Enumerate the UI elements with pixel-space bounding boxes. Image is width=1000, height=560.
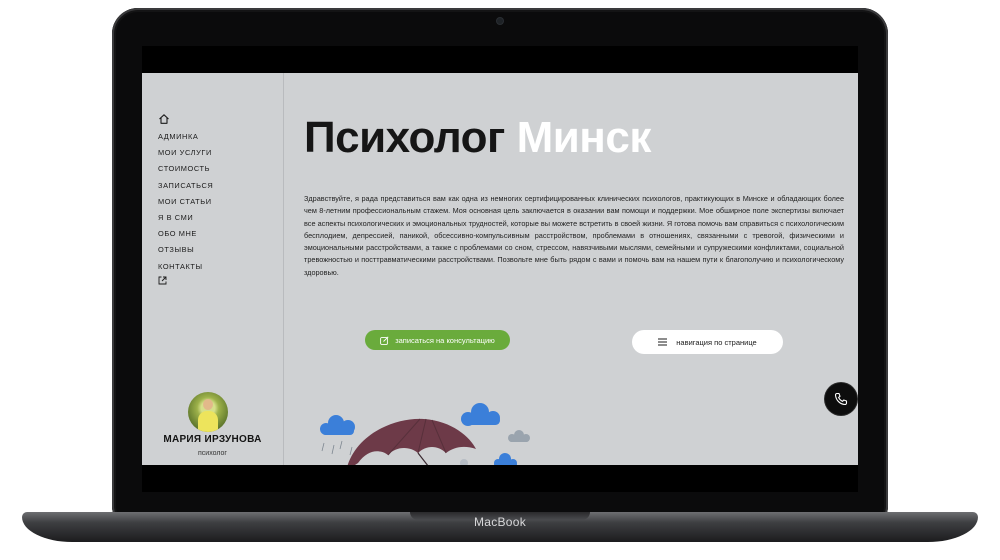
edit-icon xyxy=(380,335,389,345)
menu-icon xyxy=(658,338,668,346)
profile-role: психолог xyxy=(198,450,227,457)
umbrella-canopy xyxy=(347,418,476,465)
sidebar-item-admin[interactable]: АДМИНКА xyxy=(158,129,213,145)
avatar xyxy=(188,392,228,432)
page-navigation-label: навигация по странице xyxy=(676,337,757,347)
title-main: Психолог xyxy=(304,113,505,162)
phone-icon xyxy=(834,392,848,406)
cloud-left xyxy=(320,415,355,435)
cloud-right xyxy=(461,403,500,426)
cloud-small-gray xyxy=(508,430,530,442)
profile-name: МАРИЯ ИРЗУНОВА xyxy=(163,434,262,445)
sidebar-item-reviews[interactable]: ОТЗЫВЫ xyxy=(158,242,213,258)
book-consultation-button[interactable]: записаться на консультацию xyxy=(365,330,510,350)
page-title: Психолог Минск xyxy=(304,113,651,163)
laptop-brand-label: MacBook xyxy=(473,515,527,529)
webcam xyxy=(497,18,503,24)
sidebar-item-book[interactable]: ЗАПИСАТЬСЯ xyxy=(158,178,213,194)
sidebar-item-about[interactable]: ОБО МНЕ xyxy=(158,226,213,242)
sidebar-nav: АДМИНКА МОИ УСЛУГИ СТОИМОСТЬ ЗАПИСАТЬСЯ … xyxy=(158,129,213,275)
sidebar-item-services[interactable]: МОИ УСЛУГИ xyxy=(158,145,213,161)
rain xyxy=(321,440,353,456)
main-content: Психолог Минск Здравствуйте, я рада пред… xyxy=(284,73,858,465)
external-link-icon[interactable] xyxy=(158,276,167,285)
laptop-screen: АДМИНКА МОИ УСЛУГИ СТОИМОСТЬ ЗАПИСАТЬСЯ … xyxy=(142,46,858,492)
title-city: Минск xyxy=(516,113,652,162)
book-consultation-label: записаться на консультацию xyxy=(395,335,495,345)
page-navigation-button[interactable]: навигация по странице xyxy=(632,330,783,354)
home-icon[interactable] xyxy=(158,113,170,125)
sidebar-item-contacts[interactable]: КОНТАКТЫ xyxy=(158,259,213,275)
website: АДМИНКА МОИ УСЛУГИ СТОИМОСТЬ ЗАПИСАТЬСЯ … xyxy=(142,73,858,465)
umbrella-illustration xyxy=(320,403,530,465)
sidebar: АДМИНКА МОИ УСЛУГИ СТОИМОСТЬ ЗАПИСАТЬСЯ … xyxy=(142,73,284,465)
phone-call-button[interactable] xyxy=(825,383,857,415)
sidebar-item-prices[interactable]: СТОИМОСТЬ xyxy=(158,161,213,177)
sidebar-item-articles[interactable]: МОИ СТАТЬИ xyxy=(158,194,213,210)
flower xyxy=(460,459,468,465)
intro-text: Здравствуйте, я рада представиться вам к… xyxy=(304,194,844,277)
sidebar-item-media[interactable]: Я В СМИ xyxy=(158,210,213,226)
cloud-bottom xyxy=(494,453,517,465)
